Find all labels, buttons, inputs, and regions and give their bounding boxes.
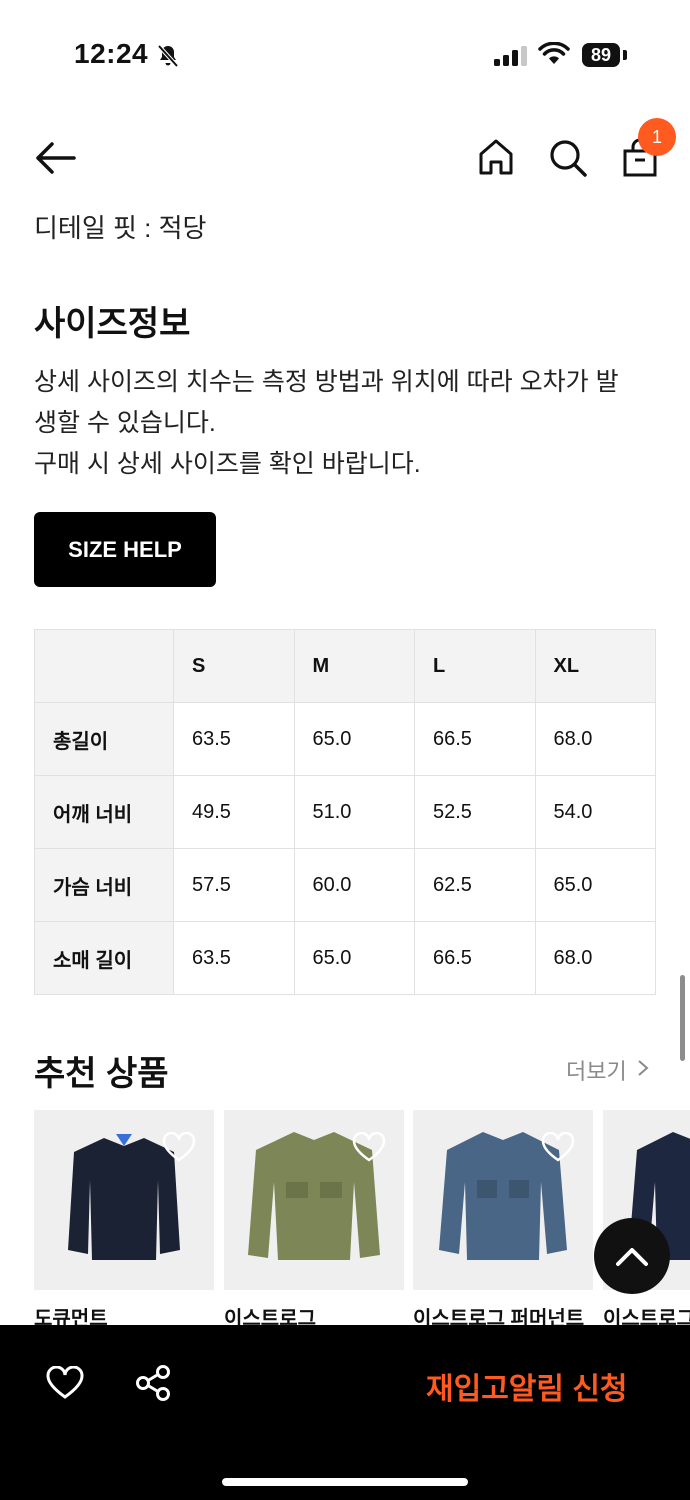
size-header-s: S bbox=[173, 629, 295, 703]
product-card[interactable]: 이스트로그 bbox=[224, 1110, 404, 1330]
status-time: 12:24 bbox=[74, 38, 149, 69]
back-arrow-icon[interactable] bbox=[34, 140, 76, 176]
table-cell: 66.5 bbox=[414, 921, 536, 995]
bell-off-icon bbox=[157, 44, 179, 68]
size-table-header-row: S M L XL bbox=[34, 629, 656, 703]
signal-icon bbox=[494, 46, 527, 66]
size-header-xl: XL bbox=[534, 629, 656, 703]
table-row: 소매 길이 63.5 65.0 66.5 68.0 bbox=[34, 921, 656, 995]
table-row: 가슴 너비 57.5 60.0 62.5 65.0 bbox=[34, 848, 656, 922]
home-indicator[interactable] bbox=[222, 1478, 468, 1486]
table-cell: 68.0 bbox=[534, 921, 656, 995]
chevron-right-icon[interactable] bbox=[636, 1059, 650, 1077]
size-header-m: M bbox=[293, 629, 415, 703]
table-cell: 65.0 bbox=[534, 848, 656, 922]
chevron-up-icon bbox=[616, 1248, 648, 1266]
table-cell: 63.5 bbox=[173, 921, 295, 995]
row-label: 가슴 너비 bbox=[34, 848, 174, 922]
table-cell: 54.0 bbox=[534, 775, 656, 849]
detail-fit-text: 디테일 핏 : 적당 bbox=[34, 213, 207, 243]
table-cell: 62.5 bbox=[414, 848, 536, 922]
table-cell: 57.5 bbox=[173, 848, 295, 922]
table-cell: 65.0 bbox=[293, 921, 415, 995]
table-cell: 49.5 bbox=[173, 775, 295, 849]
size-help-button[interactable]: SIZE HELP bbox=[34, 512, 216, 587]
cart-count-badge: 1 bbox=[638, 118, 676, 156]
restock-alert-button[interactable]: 재입고알림 신청 bbox=[426, 1364, 628, 1408]
size-header-l: L bbox=[414, 629, 536, 703]
table-cell: 63.5 bbox=[173, 702, 295, 776]
size-table-corner bbox=[34, 629, 174, 703]
wifi-icon bbox=[538, 42, 570, 64]
heart-icon[interactable] bbox=[541, 1132, 575, 1162]
product-card[interactable]: 이스트로그 퍼머넌트 bbox=[413, 1110, 593, 1330]
battery-tip bbox=[623, 50, 627, 60]
table-cell: 60.0 bbox=[293, 848, 415, 922]
row-label: 총길이 bbox=[34, 702, 174, 776]
table-cell: 52.5 bbox=[414, 775, 536, 849]
recommend-more-link[interactable]: 더보기 bbox=[566, 1054, 627, 1086]
recommend-title: 추천 상품 bbox=[34, 1055, 169, 1093]
product-image[interactable] bbox=[224, 1110, 404, 1290]
table-row: 총길이 63.5 65.0 66.5 68.0 bbox=[34, 702, 656, 776]
product-image[interactable] bbox=[34, 1110, 214, 1290]
size-desc-line: 상세 사이즈의 치수는 측정 방법과 위치에 따라 오차가 발 bbox=[34, 368, 619, 396]
table-cell: 66.5 bbox=[414, 702, 536, 776]
share-icon[interactable] bbox=[134, 1364, 172, 1402]
size-desc-line: 구매 시 상세 사이즈를 확인 바랍니다. bbox=[34, 450, 421, 478]
heart-icon[interactable] bbox=[162, 1132, 196, 1162]
size-info-title: 사이즈정보 bbox=[34, 305, 191, 343]
row-label: 소매 길이 bbox=[34, 921, 174, 995]
table-cell: 51.0 bbox=[293, 775, 415, 849]
bottom-action-bar bbox=[0, 1325, 690, 1500]
size-table: S M L XL 총길이 63.5 65.0 66.5 68.0 어깨 너비 4… bbox=[34, 629, 656, 995]
page-scrollbar[interactable] bbox=[680, 975, 685, 1061]
table-cell: 65.0 bbox=[293, 702, 415, 776]
status-bar: 12:24 89 bbox=[0, 0, 690, 112]
size-desc-line: 생할 수 있습니다. bbox=[34, 409, 216, 437]
size-info-description: 상세 사이즈의 치수는 측정 방법과 위치에 따라 오차가 발 생할 수 있습니… bbox=[34, 362, 654, 485]
heart-icon[interactable] bbox=[352, 1132, 386, 1162]
home-icon[interactable] bbox=[478, 138, 514, 176]
product-card[interactable]: 도큐먼트 bbox=[34, 1110, 214, 1330]
battery-indicator: 89 bbox=[582, 43, 620, 67]
table-row: 어깨 너비 49.5 51.0 52.5 54.0 bbox=[34, 775, 656, 849]
table-cell: 68.0 bbox=[534, 702, 656, 776]
heart-icon[interactable] bbox=[46, 1366, 84, 1400]
search-icon[interactable] bbox=[548, 138, 588, 178]
product-image[interactable] bbox=[413, 1110, 593, 1290]
row-label: 어깨 너비 bbox=[34, 775, 174, 849]
scroll-to-top-button[interactable] bbox=[594, 1218, 670, 1294]
